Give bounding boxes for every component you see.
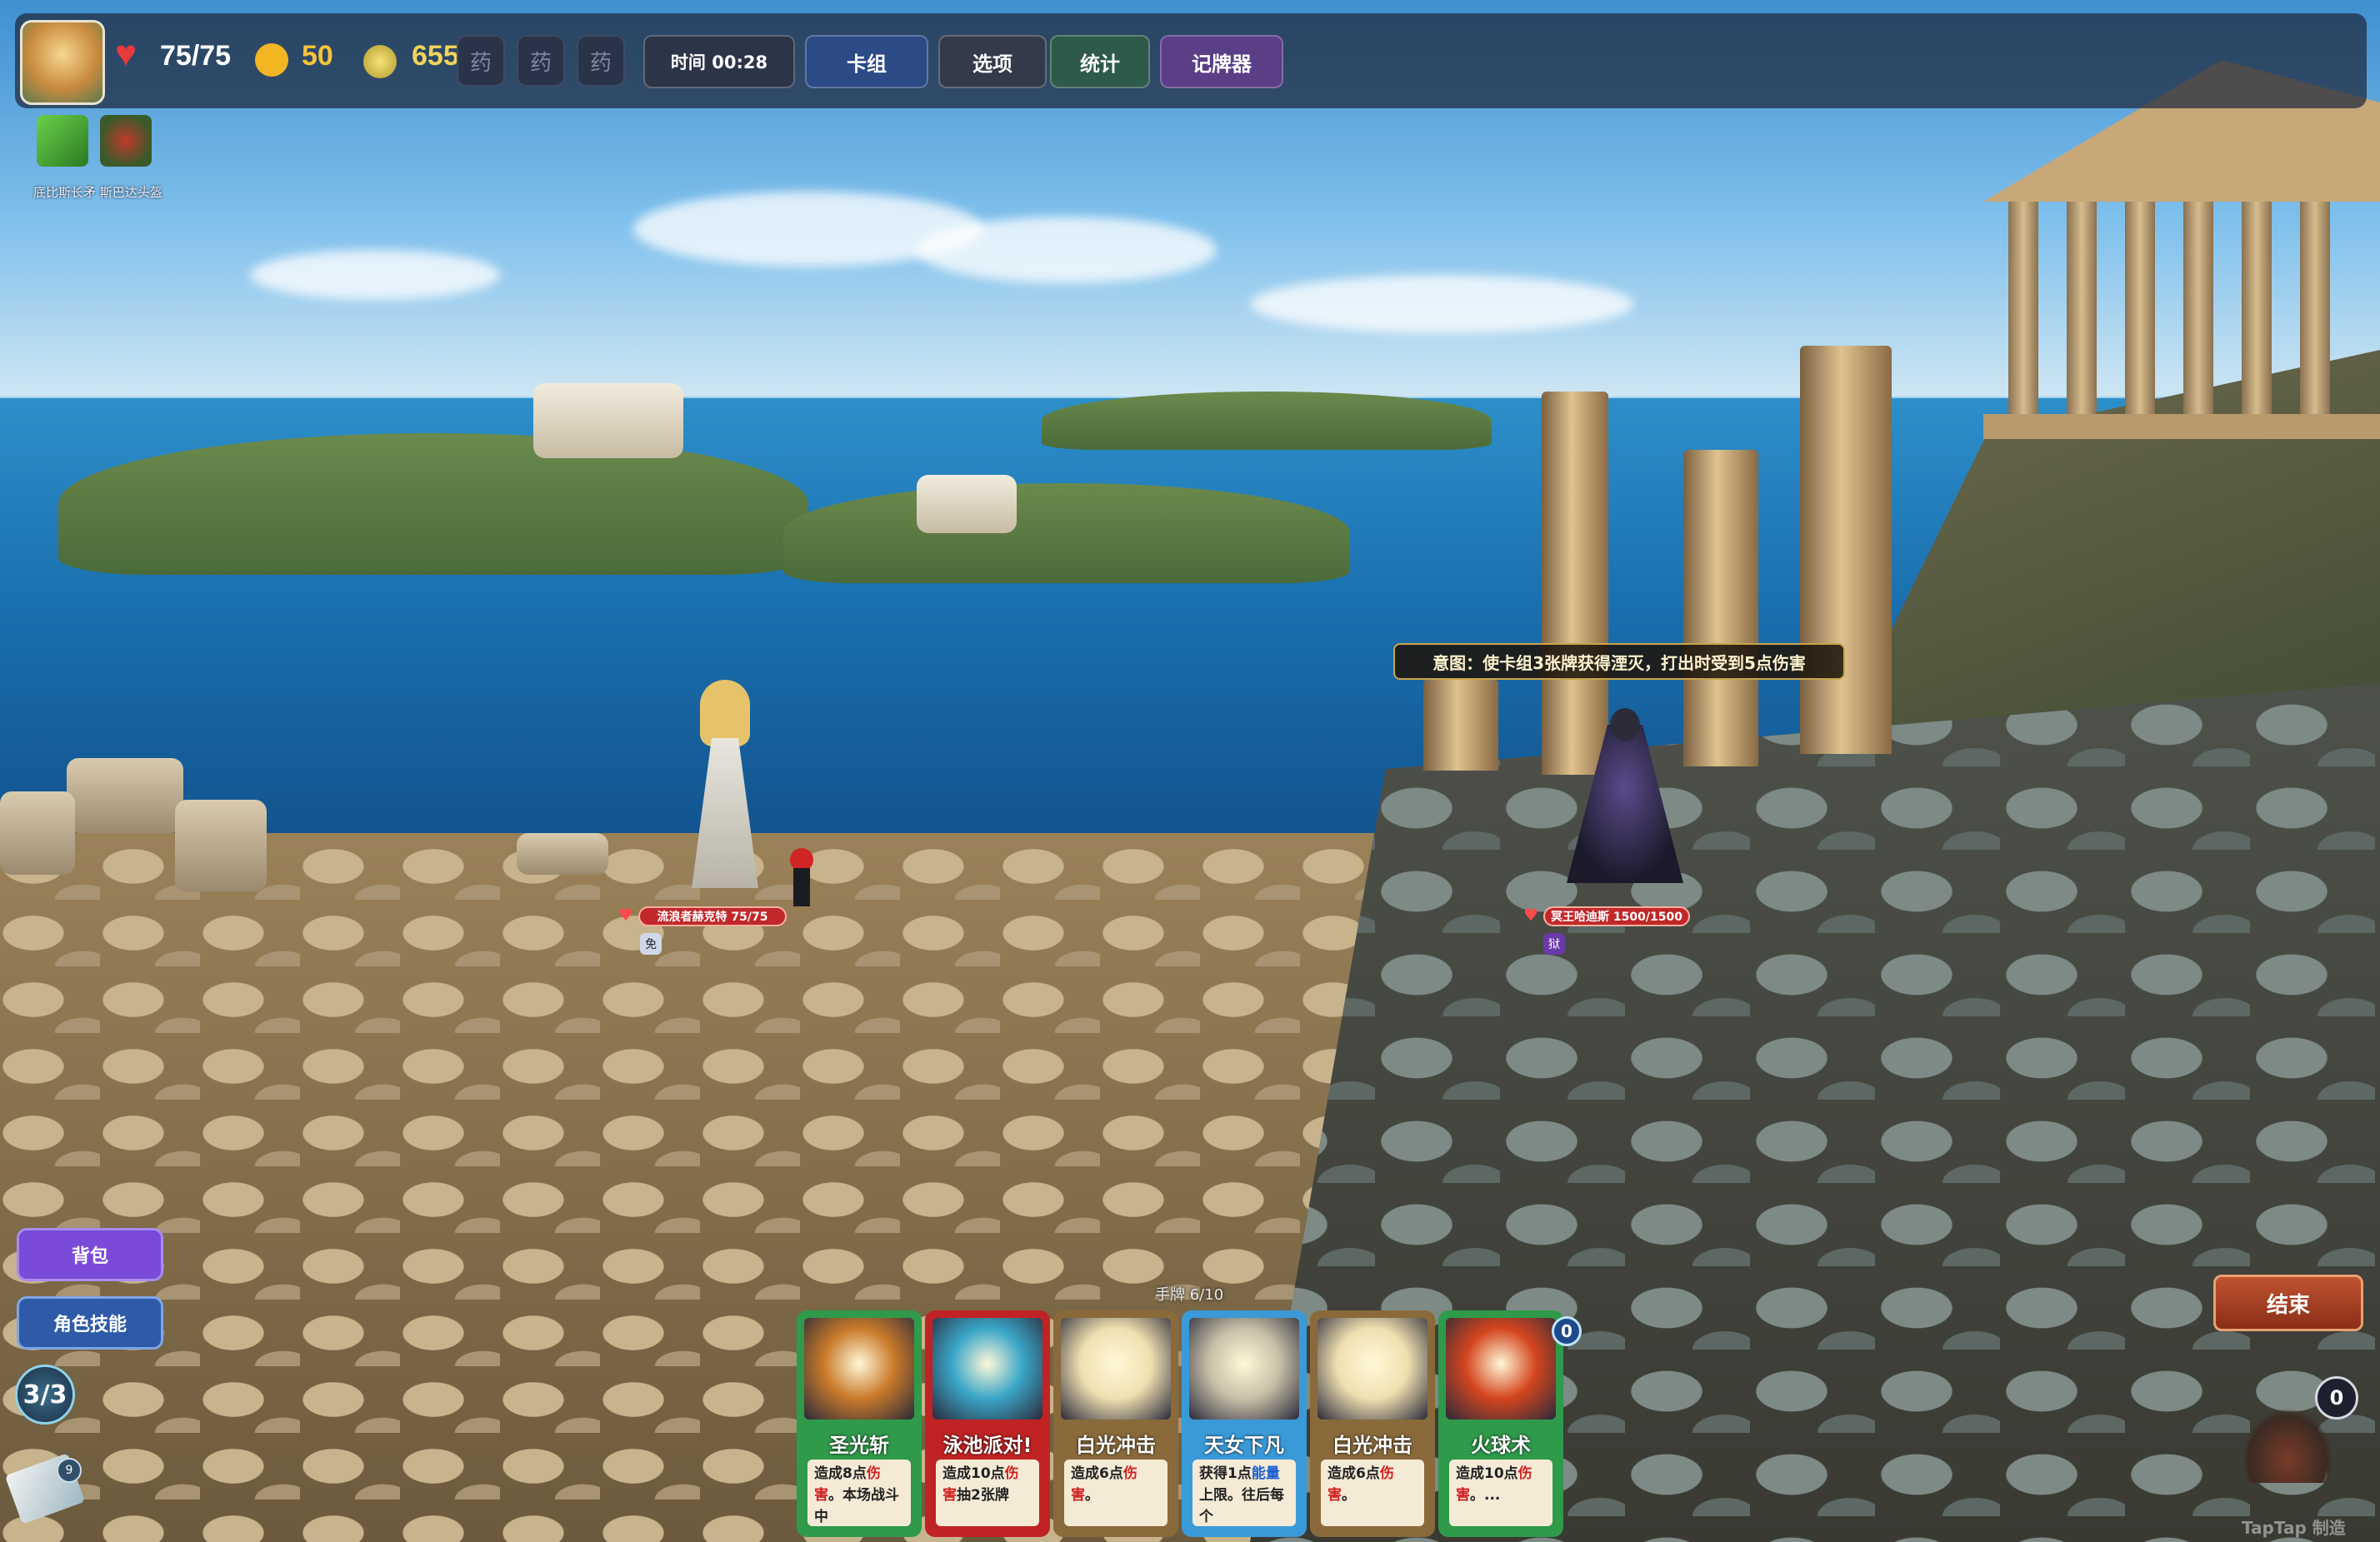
card-desc-text: 造成8点 [814,1465,867,1482]
card-desc-text: 抽2张牌 [957,1487,1009,1504]
rock-left-3 [0,791,75,875]
player-hp: 75/75 [160,40,232,72]
card-description: 造成6点伤害。 [1321,1460,1424,1526]
gem-icon [363,45,397,78]
enemy-buff-icon[interactable]: 狱 [1543,933,1565,955]
card-1[interactable]: 圣光斩造成8点伤害。本场战斗中 [797,1310,922,1537]
card-art [1446,1318,1556,1420]
player-gold: 50 [302,40,333,72]
card-art [1318,1318,1428,1420]
card-tracker-button[interactable]: 记牌器 [1160,35,1283,88]
island-left [58,433,808,575]
enemy-intent[interactable]: 意图：使卡组3张牌获得湮灭，打出时受到5点伤害 [1393,643,1845,680]
island-mid [783,483,1350,583]
card-desc-text: 。 [1085,1487,1099,1504]
card-description: 造成10点伤害抽2张牌 [936,1460,1039,1526]
card-name: 圣光斩 [829,1433,889,1457]
card-art [1189,1318,1299,1420]
enemy-heart-icon: ♥ [1523,905,1538,925]
card-2[interactable]: 泳池派对! 造成10点伤害抽2张牌 [925,1310,1050,1537]
player-portrait[interactable] [20,20,105,105]
card-description: 获得1点能量上限。往后每个 [1192,1460,1296,1526]
timer: 时间 00:28 [643,35,795,88]
draw-pile-count: 9 [57,1458,82,1483]
stats-button[interactable]: 统计 [1050,35,1150,88]
card-name: 白光冲击 [1332,1433,1412,1457]
card-desc-text: 造成10点 [942,1465,1005,1482]
rock-mid [517,833,608,875]
temple-ruin [533,383,683,458]
enemy-hp-bar: 冥王哈迪斯 1500/1500 [1543,906,1690,926]
bag-button[interactable]: 背包 [17,1228,163,1281]
relic-names: 底比斯长矛 斯巴达头盔 [33,185,162,200]
broken-pillar-1 [1423,679,1498,771]
card-desc-text: 上限。往后每个 [1199,1487,1284,1525]
broken-pillar-3 [1683,450,1758,766]
hero-buff-icon[interactable]: 免 [640,933,662,955]
hand-count: 手牌 6/10 [1155,1286,1224,1304]
card-art [804,1318,914,1420]
card-3[interactable]: 白光冲击造成6点伤害。 [1053,1310,1178,1537]
temple-ruin-small [917,475,1017,533]
character-skills-button[interactable]: 角色技能 [17,1296,163,1350]
island-far [1042,392,1492,450]
card-name: 白光冲击 [1076,1433,1156,1457]
card-art [1061,1318,1171,1420]
card-desc-text: 造成10点 [1456,1465,1518,1482]
card-keyword: 能量 [1251,1465,1280,1482]
card-desc-text: 。... [1470,1487,1501,1504]
hero-heart-icon: ♥ [618,905,633,925]
card-desc-text: 造成6点 [1328,1465,1380,1482]
potion-slot-3[interactable]: 药 [577,35,625,87]
card-description: 造成8点伤害。本场战斗中 [808,1460,911,1526]
potion-slot-1[interactable]: 药 [457,35,505,87]
card-desc-text: 造成6点 [1071,1465,1123,1482]
card-desc-text: 。 [1342,1487,1356,1504]
hero-hp-bar: 流浪者赫克特 75/75 [638,906,787,926]
broken-pillar-4 [1800,346,1892,754]
card-art [932,1318,1042,1420]
energy-orb: 3/3 [15,1365,75,1425]
rock-left [67,758,183,833]
companion-character [788,848,815,906]
helmet-relic-icon[interactable] [100,115,152,167]
card-4[interactable]: 天女下凡获得1点能量上限。往后每个 [1182,1310,1307,1537]
card-description: 造成6点伤害。 [1064,1460,1168,1526]
options-button[interactable]: 选项 [938,35,1047,88]
card-name: 泳池派对! [942,1433,1032,1457]
rock-left-2 [175,800,267,891]
temple [1983,60,2380,477]
card-6[interactable]: 火球术造成10点伤害。... [1438,1310,1563,1537]
potion-slot-2[interactable]: 药 [517,35,565,87]
coin-icon [255,43,288,77]
card-desc-text: 获得1点 [1199,1465,1252,1482]
card-5[interactable]: 白光冲击造成6点伤害。 [1310,1310,1435,1537]
card-description: 造成10点伤害。... [1449,1460,1552,1526]
hero-character[interactable] [683,680,767,888]
boss-character[interactable] [1567,708,1683,883]
end-turn-button[interactable]: 结束 [2213,1275,2363,1331]
card-name: 火球术 [1471,1433,1531,1457]
heart-icon: ♥ [115,33,138,74]
discard-pile-icon[interactable] [2242,1408,2333,1483]
card-cost-badge: 0 [1552,1316,1582,1346]
deck-button[interactable]: 卡组 [805,35,928,88]
card-name: 天女下凡 [1204,1433,1284,1457]
player-gems: 655 [412,40,459,72]
watermark: TapTap 制造 [2242,1518,2346,1538]
spear-relic-icon[interactable] [37,115,88,167]
